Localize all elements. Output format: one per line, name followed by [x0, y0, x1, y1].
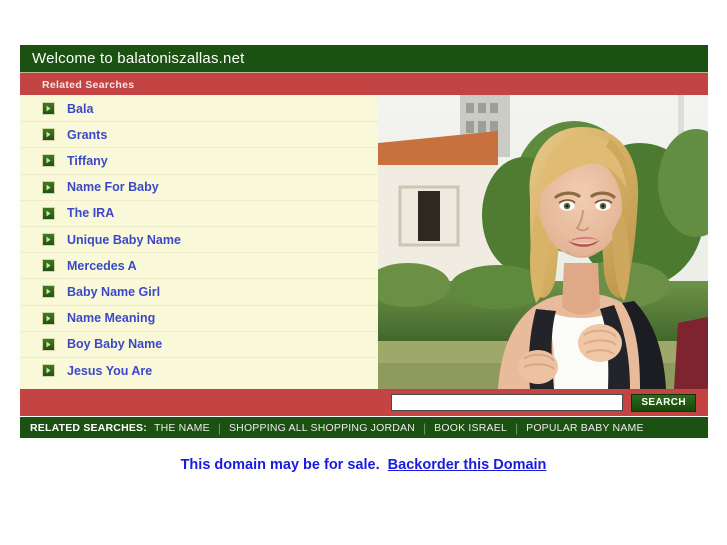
- related-link-label[interactable]: Mercedes A: [67, 259, 137, 273]
- related-link-label[interactable]: Name For Baby: [67, 180, 159, 194]
- related-link-label[interactable]: Baby Name Girl: [67, 285, 160, 299]
- search-bar: SEARCH: [20, 389, 708, 416]
- arrow-right-icon: [42, 311, 55, 325]
- hero-photo-image: [378, 95, 708, 389]
- footer-related-search-item[interactable]: THE NAME: [154, 422, 210, 434]
- arrow-right-icon: [42, 285, 55, 299]
- arrow-right-icon: [42, 364, 55, 378]
- arrow-right-icon: [42, 180, 55, 194]
- related-link-label[interactable]: Jesus You Are: [67, 364, 152, 378]
- related-link-row[interactable]: Mercedes A: [20, 253, 378, 280]
- related-link-label[interactable]: Bala: [67, 102, 93, 116]
- related-link-label[interactable]: Unique Baby Name: [67, 233, 181, 247]
- related-link-row[interactable]: Unique Baby Name: [20, 227, 378, 254]
- related-link-row[interactable]: Tiffany: [20, 148, 378, 175]
- related-link-row[interactable]: Name Meaning: [20, 306, 378, 332]
- related-link-label[interactable]: Grants: [67, 128, 107, 142]
- related-link-label[interactable]: The IRA: [67, 206, 114, 220]
- backorder-domain-link[interactable]: Backorder this Domain: [388, 457, 547, 473]
- footer-related-search-item[interactable]: SHOPPING ALL SHOPPING JORDAN: [229, 422, 415, 434]
- search-input[interactable]: [391, 394, 624, 411]
- site-title-bar: Welcome to balatoniszallas.net: [20, 45, 708, 73]
- hero-photo: [378, 95, 708, 389]
- footer-related-searches-items: THE NAME | SHOPPING ALL SHOPPING JORDAN | BO…: [154, 421, 644, 435]
- related-link-row[interactable]: Boy Baby Name: [20, 332, 378, 358]
- related-link-row[interactable]: Jesus You Are: [20, 358, 378, 384]
- related-searches-header: Related Searches: [20, 73, 708, 95]
- related-link-label[interactable]: Name Meaning: [67, 311, 155, 325]
- search-button[interactable]: SEARCH: [631, 393, 696, 412]
- domain-sale-text: This domain may be for sale.: [180, 457, 380, 473]
- footer-related-searches-bar: RELATED SEARCHES: THE NAME | SHOPPING ALL …: [20, 416, 708, 438]
- arrow-right-icon: [42, 206, 55, 220]
- footer-related-searches-label: RELATED SEARCHES:: [30, 421, 147, 434]
- related-link-label[interactable]: Boy Baby Name: [67, 337, 162, 351]
- arrow-right-icon: [42, 128, 55, 142]
- related-link-label[interactable]: Tiffany: [67, 154, 108, 168]
- related-link-row[interactable]: Bala: [20, 96, 378, 123]
- related-link-row[interactable]: The IRA: [20, 201, 378, 227]
- footer-item-separator: |: [514, 420, 519, 435]
- arrow-right-icon: [42, 233, 55, 247]
- related-link-row[interactable]: Grants: [20, 122, 378, 149]
- content-body: Bala Grants Tiffany Name For Baby The IRA Uni…: [20, 95, 708, 389]
- related-link-row[interactable]: Baby Name Girl: [20, 279, 378, 306]
- arrow-right-icon: [42, 102, 55, 116]
- related-links-list: Bala Grants Tiffany Name For Baby The IRA Uni…: [20, 95, 378, 389]
- arrow-right-icon: [42, 337, 55, 351]
- footer-item-separator: |: [217, 420, 221, 435]
- content-frame: Welcome to balatoniszallas.net Related S…: [20, 45, 708, 438]
- page-title: Welcome to balatoniszallas.net: [32, 50, 245, 67]
- domain-sale-notice: This domain may be for sale. Backorder t…: [0, 457, 727, 473]
- footer-item-separator: |: [423, 420, 427, 435]
- footer-related-search-item[interactable]: BOOK ISRAEL: [434, 422, 507, 434]
- related-link-row[interactable]: Name For Baby: [20, 175, 378, 201]
- arrow-right-icon: [42, 154, 55, 168]
- arrow-right-icon: [42, 259, 55, 273]
- footer-related-search-item[interactable]: POPULAR BABY NAME: [526, 422, 644, 434]
- page-root: Welcome to balatoniszallas.net Related S…: [0, 0, 727, 545]
- related-searches-label: Related Searches: [42, 79, 135, 91]
